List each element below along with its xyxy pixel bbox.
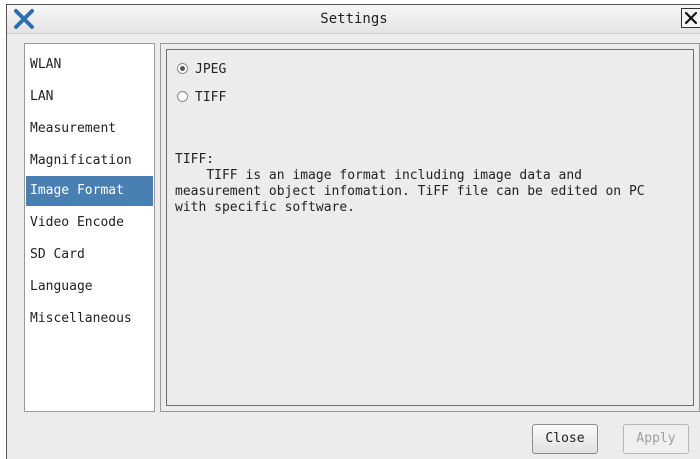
radio-unchecked-icon xyxy=(177,91,188,102)
apply-button[interactable]: Apply xyxy=(623,424,689,454)
settings-category-list: WLAN LAN Measurement Magnification Image… xyxy=(24,43,155,412)
format-description: TIFF: TIFF is an image format including … xyxy=(175,152,690,216)
radio-tiff[interactable]: TIFF xyxy=(177,88,226,108)
radio-tiff-label: TIFF xyxy=(195,90,227,105)
radio-checked-icon xyxy=(177,63,188,74)
sidebar-item-image-format[interactable]: Image Format xyxy=(26,176,153,206)
sidebar-item-language[interactable]: Language xyxy=(26,272,153,302)
sidebar-item-sd-card[interactable]: SD Card xyxy=(26,240,153,270)
image-format-panel: JPEG TIFF TIFF: TIFF is an image format … xyxy=(160,43,700,412)
sidebar-item-wlan[interactable]: WLAN xyxy=(26,50,153,80)
sidebar-item-measurement[interactable]: Measurement xyxy=(26,114,153,144)
window-title: Settings xyxy=(320,11,388,27)
close-window-button[interactable] xyxy=(681,8,700,28)
sidebar-item-magnification[interactable]: Magnification xyxy=(26,146,153,176)
radio-jpeg-label: JPEG xyxy=(195,62,227,77)
image-format-group: JPEG TIFF TIFF: TIFF is an image format … xyxy=(166,49,694,406)
title-bar: Settings xyxy=(7,5,700,34)
description-heading: TIFF: xyxy=(175,152,215,167)
radio-jpeg[interactable]: JPEG xyxy=(177,60,226,80)
description-body: TIFF is an image format including image … xyxy=(175,168,645,215)
close-button[interactable]: Close xyxy=(532,424,598,454)
sidebar-item-video-encode[interactable]: Video Encode xyxy=(26,208,153,238)
sidebar-item-miscellaneous[interactable]: Miscellaneous xyxy=(26,304,153,334)
sidebar-item-lan[interactable]: LAN xyxy=(26,82,153,112)
settings-window: Settings WLAN LAN Measurement Magnificat… xyxy=(6,4,700,459)
